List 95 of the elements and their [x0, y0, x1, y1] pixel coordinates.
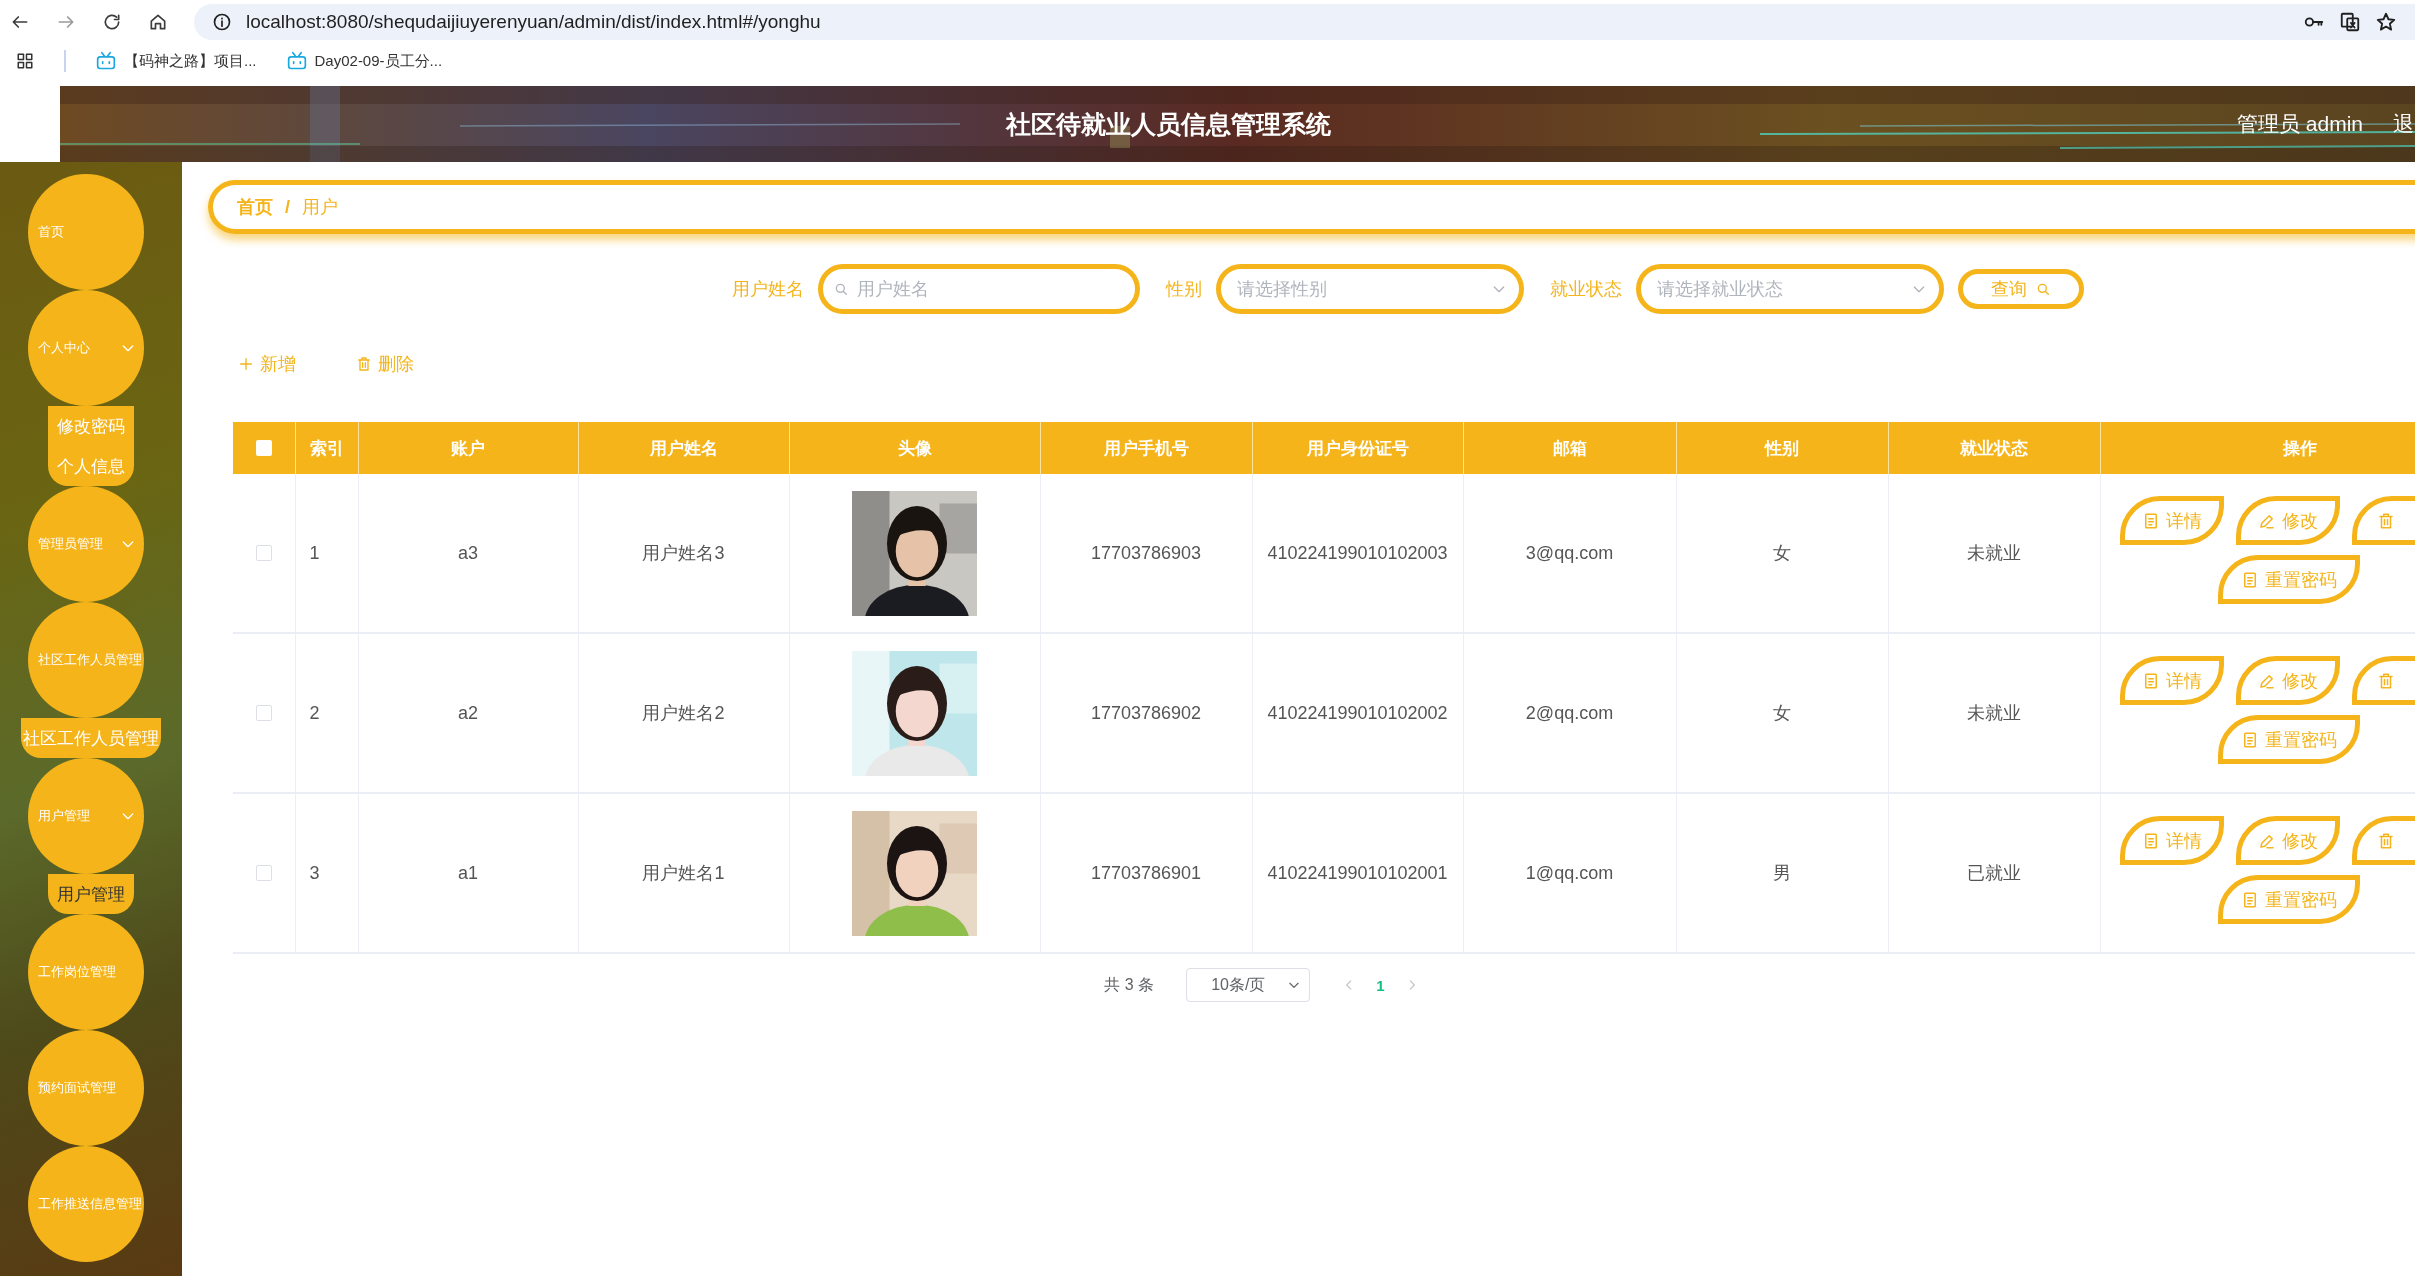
- add-button[interactable]: 新增: [238, 352, 296, 376]
- address-bar[interactable]: localhost:8080/shequdaijiuyerenyuan/admin/dist/index.html#/yonghu: [194, 4, 2415, 40]
- column-header: 用户身份证号: [1252, 422, 1463, 474]
- logout-link[interactable]: 退: [2393, 110, 2415, 138]
- column-header: 账户: [358, 422, 578, 474]
- table-cell: 用户姓名1: [578, 793, 789, 953]
- translate-icon: [2339, 11, 2361, 33]
- tv-icon: [286, 51, 307, 71]
- menu-item[interactable]: 首页: [28, 174, 144, 290]
- submenu-item[interactable]: 社区工作人员管理: [21, 718, 161, 758]
- submenu-item[interactable]: 修改密码: [48, 406, 134, 446]
- field-label: 就业状态: [1550, 278, 1622, 301]
- table-cell: 女: [1676, 633, 1888, 793]
- app-title: 社区待就业人员信息管理系统: [1004, 108, 1332, 140]
- select-all-checkbox[interactable]: [255, 440, 272, 456]
- column-header: 操作: [2100, 422, 2415, 474]
- column-header: 头像: [789, 422, 1040, 474]
- breadcrumb-link[interactable]: 首页: [237, 195, 273, 219]
- detail-button[interactable]: 详情: [2119, 816, 2224, 865]
- column-header: 就业状态: [1888, 422, 2100, 474]
- table-cell: 2: [295, 633, 358, 793]
- delete-button[interactable]: 删除: [356, 352, 414, 376]
- menu-item[interactable]: 管理员管理: [28, 486, 144, 602]
- select-field[interactable]: 请选择就业状态: [1636, 264, 1944, 314]
- trash-icon: [2376, 511, 2395, 530]
- table-cell: 3@qq.com: [1463, 474, 1676, 633]
- field-label: 性别: [1166, 278, 1202, 301]
- table-cell: 410224199010102003: [1252, 474, 1463, 633]
- table-cell: a2: [358, 633, 578, 793]
- table-cell: 未就业: [1888, 474, 2100, 633]
- menu-item[interactable]: 工作推送信息管理: [28, 1146, 144, 1262]
- table-cell: 未就业: [1888, 633, 2100, 793]
- edit-button[interactable]: 修改: [2235, 496, 2340, 545]
- table-cell: 410224199010102001: [1252, 793, 1463, 953]
- row-checkbox[interactable]: [255, 865, 272, 881]
- trash-icon: [356, 356, 372, 372]
- menu-item[interactable]: 预约面试管理: [28, 1030, 144, 1146]
- trash-icon: [2376, 671, 2395, 690]
- column-header: 索引: [295, 422, 358, 474]
- reset-password-button[interactable]: 重置密码: [2217, 715, 2360, 764]
- column-header: 用户手机号: [1040, 422, 1252, 474]
- star-icon: [2375, 11, 2397, 33]
- table-cell: 17703786902: [1040, 633, 1252, 793]
- table-cell: 3: [295, 793, 358, 953]
- table-cell: 男: [1676, 793, 1888, 953]
- row-checkbox[interactable]: [255, 705, 272, 721]
- table-cell: a3: [358, 474, 578, 633]
- table-cell: 410224199010102002: [1252, 633, 1463, 793]
- column-header: 性别: [1676, 422, 1888, 474]
- page-size-select[interactable]: 10条/页: [1186, 968, 1311, 1002]
- detail-button[interactable]: 详情: [2119, 496, 2224, 545]
- table-cell: 已就业: [1888, 793, 2100, 953]
- search-field[interactable]: 用户姓名: [818, 264, 1140, 314]
- total-count: 共 3 条: [1104, 974, 1155, 995]
- info-icon: [212, 12, 232, 32]
- breadcrumb-separator: /: [285, 196, 290, 218]
- column-header: 邮箱: [1463, 422, 1676, 474]
- bookmark[interactable]: 【码神之路】项目...: [124, 51, 257, 71]
- field-label: 用户姓名: [732, 278, 804, 301]
- tv-icon: [96, 51, 116, 71]
- table-cell: 2@qq.com: [1463, 633, 1676, 793]
- search-icon: [833, 281, 849, 297]
- table-cell: 1: [295, 474, 358, 633]
- submenu-item[interactable]: 个人信息: [48, 446, 134, 486]
- plus-icon: [238, 356, 254, 372]
- edit-button[interactable]: 修改: [2235, 816, 2340, 865]
- detail-button[interactable]: 详情: [2119, 656, 2224, 705]
- reset-password-button[interactable]: 重置密码: [2217, 555, 2360, 604]
- search-icon: [2035, 281, 2051, 297]
- table-cell: a1: [358, 793, 578, 953]
- table-cell: 用户姓名3: [578, 474, 789, 633]
- user-name: 管理员 admin: [2236, 111, 2363, 137]
- table-cell: 女: [1676, 474, 1888, 633]
- menu-item[interactable]: 用户管理: [28, 758, 144, 874]
- table-cell: 17703786901: [1040, 793, 1252, 953]
- row-checkbox[interactable]: [255, 545, 272, 561]
- edit-button[interactable]: 修改: [2235, 656, 2340, 705]
- reset-password-button[interactable]: 重置密码: [2217, 875, 2360, 924]
- page-number[interactable]: 1: [1376, 976, 1385, 994]
- table-cell: 1@qq.com: [1463, 793, 1676, 953]
- column-header: 用户姓名: [578, 422, 789, 474]
- breadcrumb-current: 用户: [302, 196, 338, 219]
- reload-icon: [102, 12, 122, 32]
- submenu-item[interactable]: 用户管理: [48, 874, 134, 914]
- query-button[interactable]: 查询: [1958, 269, 2084, 309]
- apps-grid-icon: [16, 52, 34, 70]
- table-cell: 用户姓名2: [578, 633, 789, 793]
- select-field[interactable]: 请选择性别: [1216, 264, 1524, 314]
- trash-icon: [2376, 831, 2395, 850]
- home-icon: [148, 12, 168, 32]
- table-cell: 17703786903: [1040, 474, 1252, 633]
- menu-item[interactable]: 社区工作人员管理: [28, 602, 144, 718]
- bookmark[interactable]: Day02-09-员工分...: [314, 51, 443, 71]
- menu-item[interactable]: 工作岗位管理: [28, 914, 144, 1030]
- menu-item[interactable]: 个人中心: [28, 290, 144, 406]
